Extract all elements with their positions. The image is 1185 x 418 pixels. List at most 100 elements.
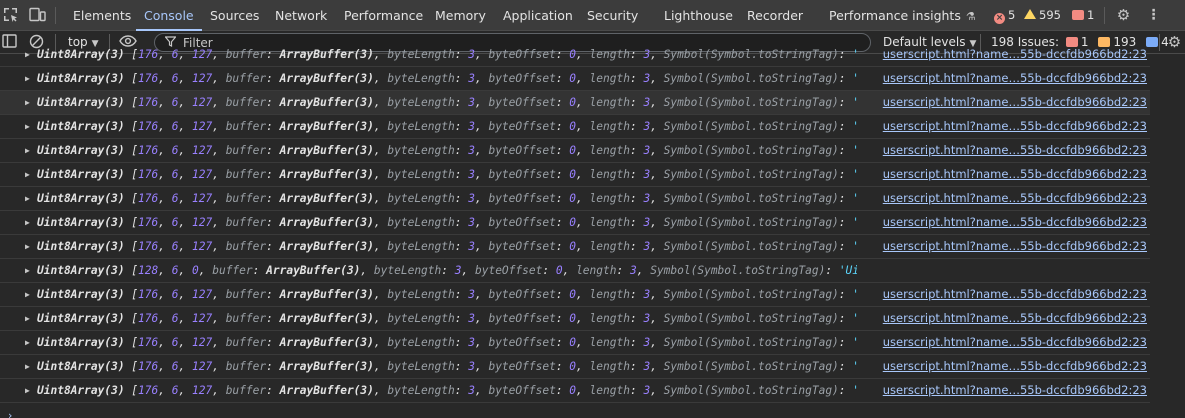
property-key: byteLength: [387, 288, 455, 301]
console-message-row[interactable]: ▶ Uint8Array(3) [176, 6, 127, buffer: Arr…: [0, 139, 1150, 163]
console-message-row[interactable]: ▶ Uint8Array(3) [128, 6, 0, buffer: Array…: [0, 259, 1150, 283]
message-text[interactable]: Uint8Array(3) [176, 6, 127, buffer: Arra…: [37, 67, 857, 91]
tab-recorder[interactable]: Recorder: [747, 0, 803, 31]
expand-arrow-icon[interactable]: ▶: [25, 307, 30, 330]
source-link[interactable]: userscript.html?name…55b-dccfdb966bd2:23: [883, 163, 1147, 186]
message-text[interactable]: Uint8Array(3) [176, 6, 127, buffer: Arra…: [37, 307, 857, 331]
punctuation: ,: [576, 312, 590, 325]
message-text[interactable]: Uint8Array(3) [176, 6, 127, buffer: Arra…: [37, 139, 857, 163]
message-text[interactable]: Uint8Array(3) [176, 6, 127, buffer: Arra…: [37, 91, 857, 115]
expand-arrow-icon[interactable]: ▶: [25, 43, 30, 66]
tab-sources[interactable]: Sources: [210, 0, 259, 31]
message-text[interactable]: Uint8Array(3) [176, 6, 127, buffer: Arra…: [37, 379, 857, 403]
source-link[interactable]: userscript.html?name…55b-dccfdb966bd2:23: [883, 235, 1147, 258]
source-link[interactable]: userscript.html?name…55b-dccfdb966bd2:23: [883, 331, 1147, 354]
source-link[interactable]: userscript.html?name…55b-dccfdb966bd2:23: [883, 139, 1147, 162]
console-message-row[interactable]: ▶ Uint8Array(3) [176, 6, 127, buffer: Arr…: [0, 355, 1150, 379]
punctuation: :: [629, 336, 644, 349]
expand-arrow-icon[interactable]: ▶: [25, 91, 30, 114]
console-message-row[interactable]: ▶ Uint8Array(3) [176, 6, 127, buffer: Arr…: [0, 379, 1150, 403]
console-message-row[interactable]: ▶ Uint8Array(3) [176, 6, 127, buffer: Arr…: [0, 163, 1150, 187]
source-link[interactable]: userscript.html?name…55b-dccfdb966bd2:23: [883, 187, 1147, 210]
tab-performance[interactable]: Performance: [344, 0, 423, 31]
message-text[interactable]: Uint8Array(3) [176, 6, 127, buffer: Arra…: [37, 235, 857, 259]
array-value: 176: [138, 96, 159, 109]
flask-icon: ⚗: [965, 10, 976, 23]
expand-arrow-icon[interactable]: ▶: [25, 379, 30, 402]
punctuation: :: [454, 96, 469, 109]
expand-arrow-icon[interactable]: ▶: [25, 139, 30, 162]
source-link[interactable]: userscript.html?name…55b-dccfdb966bd2:23: [883, 283, 1147, 306]
message-text[interactable]: Uint8Array(3) [176, 6, 127, buffer: Arra…: [37, 43, 857, 67]
expand-arrow-icon[interactable]: ▶: [25, 235, 30, 258]
console-message-row[interactable]: ▶ Uint8Array(3) [176, 6, 127, buffer: Arr…: [0, 43, 1150, 67]
console-message-row[interactable]: ▶ Uint8Array(3) [176, 6, 127, buffer: Arr…: [0, 307, 1150, 331]
toolbar-divider: [1159, 34, 1160, 51]
tab-network[interactable]: Network: [275, 0, 327, 31]
punctuation: :: [555, 48, 570, 61]
source-link[interactable]: userscript.html?name…55b-dccfdb966bd2:23: [883, 43, 1147, 66]
source-link[interactable]: userscript.html?name…55b-dccfdb966bd2:23: [883, 67, 1147, 90]
array-value: 6: [171, 144, 179, 157]
message-text[interactable]: Uint8Array(3) [176, 6, 127, buffer: Arra…: [37, 163, 857, 187]
tab-security[interactable]: Security: [587, 0, 638, 31]
tab-performance-insights[interactable]: Performance insights ⚗: [829, 0, 976, 31]
expand-arrow-icon[interactable]: ▶: [25, 67, 30, 90]
message-text[interactable]: Uint8Array(3) [176, 6, 127, buffer: Arra…: [37, 211, 857, 235]
tab-application[interactable]: Application: [503, 0, 573, 31]
console-settings-gear-icon[interactable]: ⚙: [1166, 34, 1183, 51]
gear-icon[interactable]: ⚙: [1115, 7, 1132, 24]
source-link[interactable]: userscript.html?name…55b-dccfdb966bd2:23: [883, 307, 1147, 330]
tab-console[interactable]: Console: [136, 0, 202, 31]
expand-arrow-icon[interactable]: ▶: [25, 355, 30, 378]
punctuation: ,: [178, 96, 192, 109]
warning-count[interactable]: 595: [1024, 8, 1061, 23]
inspect-icon[interactable]: [2, 7, 19, 24]
punctuation: [: [124, 264, 139, 277]
punctuation: :: [629, 72, 644, 85]
expand-arrow-icon[interactable]: ▶: [25, 163, 30, 186]
console-message-row[interactable]: ▶ Uint8Array(3) [176, 6, 127, buffer: Arr…: [0, 235, 1150, 259]
expand-arrow-icon[interactable]: ▶: [25, 115, 30, 138]
console-message-row[interactable]: ▶ Uint8Array(3) [176, 6, 127, buffer: Arr…: [0, 91, 1150, 115]
console-message-row[interactable]: ▶ Uint8Array(3) [176, 6, 127, buffer: Arr…: [0, 115, 1150, 139]
console-message-row[interactable]: ▶ Uint8Array(3) [176, 6, 127, buffer: Arr…: [0, 211, 1150, 235]
console-message-row[interactable]: ▶ Uint8Array(3) [176, 6, 127, buffer: Arr…: [0, 187, 1150, 211]
punctuation: ,: [576, 96, 590, 109]
expand-arrow-icon[interactable]: ▶: [25, 259, 30, 282]
source-link[interactable]: userscript.html?name…55b-dccfdb966bd2:23: [883, 211, 1147, 234]
message-text[interactable]: Uint8Array(3) [176, 6, 127, buffer: Arra…: [37, 355, 857, 379]
source-link[interactable]: userscript.html?name…55b-dccfdb966bd2:23: [883, 115, 1147, 138]
tab-memory[interactable]: Memory: [435, 0, 486, 31]
console-message-row[interactable]: ▶ Uint8Array(3) [176, 6, 127, buffer: Arr…: [0, 67, 1150, 91]
expand-arrow-icon[interactable]: ▶: [25, 187, 30, 210]
expand-arrow-icon[interactable]: ▶: [25, 331, 30, 354]
console-prompt-icon[interactable]: ›: [8, 409, 12, 418]
punctuation: :: [454, 336, 469, 349]
array-value: 127: [191, 192, 213, 205]
property-key: byteOffset: [488, 72, 556, 85]
error-count[interactable]: × 5: [994, 8, 1016, 24]
array-value: 128: [138, 264, 159, 277]
punctuation: :: [266, 288, 280, 301]
tab-lighthouse[interactable]: Lighthouse: [664, 0, 733, 31]
message-text[interactable]: Uint8Array(3) [176, 6, 127, buffer: Arra…: [37, 115, 857, 139]
source-link[interactable]: userscript.html?name…55b-dccfdb966bd2:23: [883, 379, 1147, 402]
console-message-row[interactable]: ▶ Uint8Array(3) [176, 6, 127, buffer: Arr…: [0, 331, 1150, 355]
console-message-row[interactable]: ▶ Uint8Array(3) [176, 6, 127, buffer: Arr…: [0, 283, 1150, 307]
message-text[interactable]: Uint8Array(3) [128, 6, 0, buffer: ArrayB…: [37, 259, 857, 283]
tab-elements[interactable]: Elements: [73, 0, 131, 31]
message-text[interactable]: Uint8Array(3) [176, 6, 127, buffer: Arra…: [37, 283, 857, 307]
device-toggle-icon[interactable]: [29, 7, 46, 24]
property-key: length: [589, 96, 630, 109]
source-link[interactable]: userscript.html?name…55b-dccfdb966bd2:23: [883, 355, 1147, 378]
expand-arrow-icon[interactable]: ▶: [25, 283, 30, 306]
property-key: byteOffset: [488, 48, 556, 61]
message-count[interactable]: 1: [1072, 8, 1094, 23]
source-link[interactable]: userscript.html?name…55b-dccfdb966bd2:23: [883, 91, 1147, 114]
more-vert-icon[interactable]: ⋮: [1145, 7, 1162, 24]
error-count-value: 5: [1008, 8, 1016, 22]
message-text[interactable]: Uint8Array(3) [176, 6, 127, buffer: Arra…: [37, 187, 857, 211]
expand-arrow-icon[interactable]: ▶: [25, 211, 30, 234]
message-text[interactable]: Uint8Array(3) [176, 6, 127, buffer: Arra…: [37, 331, 857, 355]
